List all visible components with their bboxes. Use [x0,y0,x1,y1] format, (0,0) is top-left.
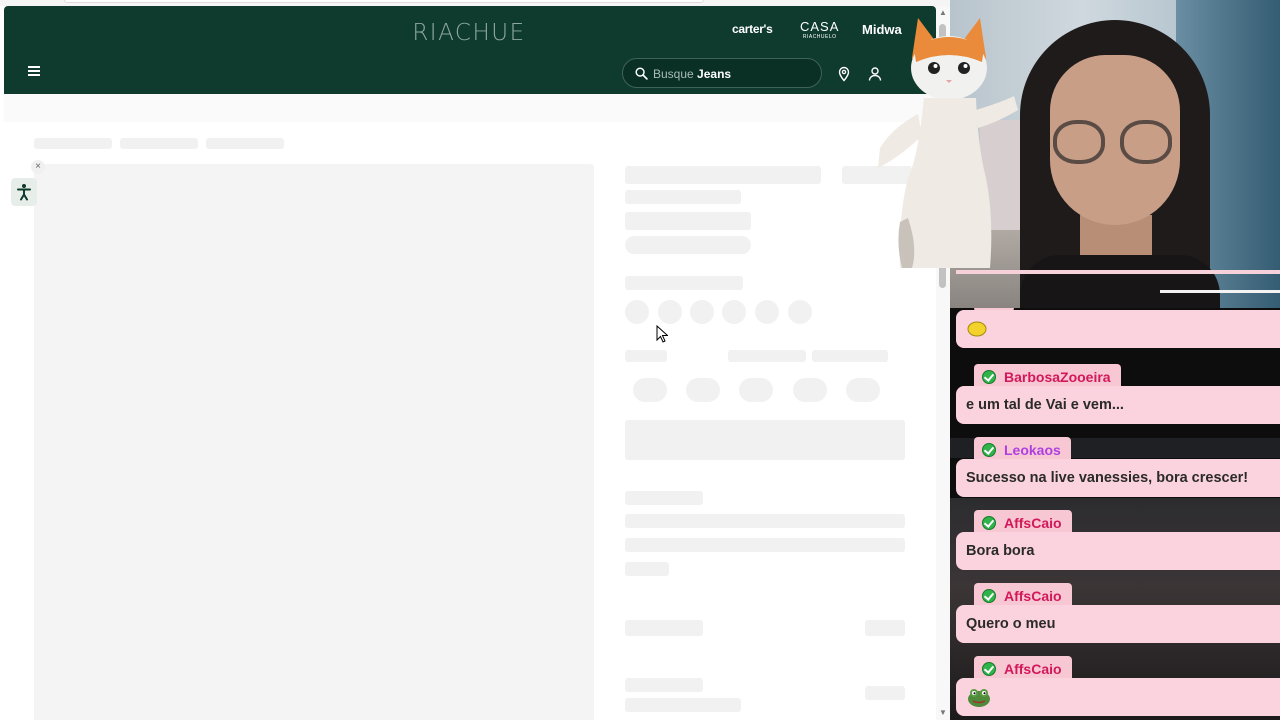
stream-chat-overlay: BarbosaZooeira e um tal de Vai e vem... … [950,308,1280,720]
verified-check-icon [982,662,996,676]
breadcrumb-skeleton-2 [120,138,198,149]
subtitle-skeleton [625,190,741,204]
store-logo[interactable]: RIACHUE [4,20,936,46]
shipping-info-skeleton [625,538,905,552]
verified-check-icon [982,443,996,457]
color-swatch-skeleton-1 [625,300,649,324]
dancing-cat-sticker [878,18,1018,268]
streamer-glasses-right [1120,120,1172,164]
breadcrumb-skeleton-3 [206,138,284,149]
size-option-skeleton-2 [686,378,720,402]
chat-message-bubble [956,310,1280,348]
price-skeleton [625,212,751,230]
size-option-skeleton-4 [793,378,827,402]
chat-message-bubble [956,678,1280,716]
chat-message-text: Bora bora [956,532,1280,570]
installment-skeleton [625,236,751,254]
description-toggle-skeleton [865,620,905,636]
shipping-label-skeleton [625,491,703,505]
search-input[interactable]: Busque Jeans [622,58,822,88]
chat-username: Leokaos [1004,442,1061,458]
browser-tab-edge[interactable] [64,0,704,3]
accessibility-icon [17,184,31,201]
shipping-link-skeleton [625,562,669,576]
details-toggle-skeleton [865,686,905,700]
mouse-cursor-icon [656,325,668,343]
shipping-input-skeleton [625,514,905,528]
browser-window: RIACHUE carter's CASA RIACHUELO Midwa Bu… [0,0,950,720]
details-label-skeleton [625,678,703,692]
description-label-skeleton [625,620,703,636]
size-option-skeleton-3 [739,378,773,402]
chat-username: BarbosaZooeira [1004,369,1111,385]
color-swatch-skeleton-4 [722,300,746,324]
chat-message-text: Sucesso na live vanessies, bora crescer! [956,459,1280,497]
chat-message-text: Quero o meu [956,605,1280,643]
size-guide-skeleton [728,350,806,362]
color-swatch-skeleton-2 [658,300,682,324]
yellow-emote-icon [967,321,987,337]
size-option-skeleton-5 [846,378,880,402]
verified-check-icon [982,589,996,603]
brand-link-carters[interactable]: carter's [732,22,773,36]
menu-icon[interactable] [28,66,40,76]
color-swatch-skeleton-6 [788,300,812,324]
verified-check-icon [982,516,996,530]
store-header: RIACHUE carter's CASA RIACHUELO Midwa Bu… [4,6,936,94]
chat-username: AffsCaio [1004,515,1062,531]
title-skeleton [625,166,821,184]
brand-casa-subtitle: RIACHUELO [802,34,837,40]
screen: RIACHUE carter's CASA RIACHUELO Midwa Bu… [0,0,1280,720]
verified-check-icon [982,370,996,384]
breadcrumb-bar [4,94,936,122]
size-option-skeleton-1 [633,378,667,402]
chat-message-text: e um tal de Vai e vem... [956,386,1280,424]
breadcrumb-skeleton-1 [34,138,112,149]
streamer-shirt [1020,255,1220,308]
scroll-down-arrow-icon[interactable]: ▼ [938,708,948,718]
brand-casa-title: CASA [800,19,840,34]
search-term: Jeans [697,67,732,81]
color-swatch-skeleton-5 [755,300,779,324]
details-line-skeleton [625,698,741,712]
product-image-skeleton [34,164,594,720]
overlay-pink-line [956,270,1280,274]
search-prefix: Busque [653,67,694,81]
size-label-skeleton [625,350,667,362]
chat-username: AffsCaio [1004,661,1062,677]
search-icon [635,67,648,80]
product-page-loading [4,122,936,720]
chat-username: AffsCaio [1004,588,1062,604]
store-logo-text: RIACHUE [412,20,526,46]
accessibility-widget-button[interactable] [11,178,37,206]
accessibility-close-button[interactable]: × [31,160,45,174]
color-swatch-skeleton-3 [690,300,714,324]
search-placeholder: Busque Jeans [653,67,731,81]
streamer-glasses-left [1053,120,1105,164]
frog-emote-icon [968,689,990,708]
size-help-skeleton [812,350,888,362]
overlay-white-line [1160,290,1280,293]
color-label-skeleton [625,276,743,290]
location-pin-icon[interactable] [836,66,852,82]
brand-link-casa[interactable]: CASA RIACHUELO [800,20,839,40]
add-to-cart-skeleton [625,420,905,460]
scroll-up-arrow-icon[interactable]: ▲ [938,8,948,18]
